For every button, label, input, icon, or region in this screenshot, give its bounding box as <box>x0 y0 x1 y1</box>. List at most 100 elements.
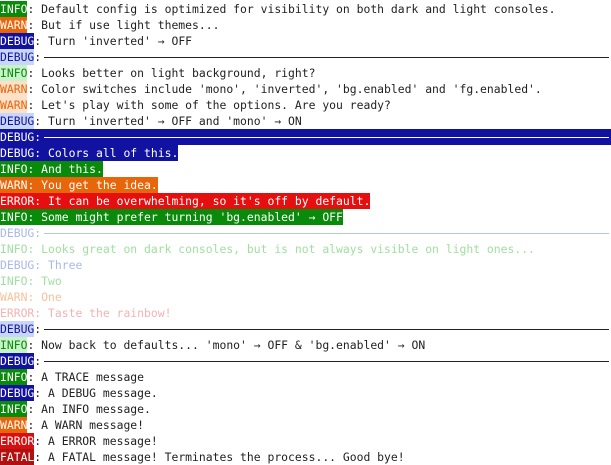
log-level-badge: WARN <box>0 17 28 33</box>
log-separator: : <box>34 146 49 160</box>
log-line: ERROR: A ERROR message! <box>0 433 611 449</box>
log-separator: : <box>27 66 42 80</box>
log-line: INFO: Two <box>0 273 611 289</box>
log-separator: : <box>27 370 42 384</box>
log-level-badge: INFO <box>0 369 28 385</box>
log-message: Taste the rainbow! <box>48 306 172 320</box>
log-message: Color switches include 'mono', 'inverted… <box>41 82 542 96</box>
log-separator: : <box>34 130 42 144</box>
log-separator: : <box>34 258 49 272</box>
log-separator: : <box>34 450 49 464</box>
log-message: A ERROR message! <box>48 434 158 448</box>
log-line: WARN: Let's play with some of the option… <box>0 97 611 113</box>
log-separator: : <box>34 386 49 400</box>
log-line-wrapper: INFO: And this. <box>0 161 611 177</box>
log-message: Turn 'inverted' → OFF and 'mono' → ON <box>48 114 302 128</box>
log-line-wrapper: DEBUG: Colors all of this. <box>0 145 611 161</box>
log-separator: : <box>27 98 42 112</box>
log-level-badge: DEBUG <box>0 130 35 144</box>
log-separator: : <box>34 114 49 128</box>
log-level-badge: DEBUG <box>0 258 35 272</box>
log-line-wrapper: ERROR: It can be overwhelming, so it's o… <box>0 193 611 209</box>
log-separator: : <box>34 226 42 240</box>
console-output: INFO: Default config is optimized for vi… <box>0 0 611 465</box>
log-message: But if use light themes... <box>41 18 220 32</box>
separator-rule <box>44 232 609 234</box>
log-level-badge: INFO <box>0 274 28 288</box>
log-line: WARN: But if use light themes... <box>0 17 611 33</box>
log-line: DEBUG: <box>0 49 611 65</box>
log-message: Now back to defaults... 'mono' → OFF & '… <box>41 338 426 352</box>
log-separator: : <box>34 34 49 48</box>
log-message: Looks great on dark consoles, but is not… <box>41 242 535 256</box>
log-message: And this. <box>41 162 103 176</box>
log-separator: : <box>27 18 42 32</box>
log-separator: : <box>27 418 42 432</box>
log-level-badge: DEBUG <box>0 49 35 65</box>
log-separator: : <box>34 50 42 64</box>
log-line: DEBUG: Turn 'inverted' → OFF and 'mono' … <box>0 113 611 129</box>
log-message: A WARN message! <box>41 418 145 432</box>
log-message: Some might prefer turning 'bg.enabled' →… <box>41 210 343 224</box>
log-line: WARN: Color switches include 'mono', 'in… <box>0 81 611 97</box>
log-message: One <box>41 290 62 304</box>
log-message: An INFO message. <box>41 402 151 416</box>
log-line: INFO: Some might prefer turning 'bg.enab… <box>0 209 343 225</box>
log-separator: : <box>27 178 42 192</box>
log-line: DEBUG: Three <box>0 257 611 273</box>
log-message: A DEBUG message. <box>48 386 158 400</box>
log-separator: : <box>27 290 42 304</box>
log-level-badge: INFO <box>0 337 28 353</box>
log-separator: : <box>27 402 42 416</box>
log-line: DEBUG: A DEBUG message. <box>0 385 611 401</box>
log-line: DEBUG: <box>0 321 611 337</box>
log-level-badge: DEBUG <box>0 113 35 129</box>
log-line: INFO: A TRACE message <box>0 369 611 385</box>
log-line: DEBUG: Colors all of this. <box>0 145 179 161</box>
log-line: INFO: And this. <box>0 161 103 177</box>
log-level-badge: DEBUG <box>0 33 35 49</box>
log-line: WARN: You get the idea. <box>0 177 158 193</box>
log-level-badge: WARN <box>0 178 28 192</box>
log-level-badge: WARN <box>0 290 28 304</box>
separator-rule <box>44 328 609 330</box>
log-message: Default config is optimized for visibili… <box>41 2 556 16</box>
separator-rule <box>44 136 609 138</box>
log-line: INFO: Looks better on light background, … <box>0 65 611 81</box>
log-message: Three <box>48 258 83 272</box>
log-separator: : <box>27 338 42 352</box>
log-level-badge: WARN <box>0 97 28 113</box>
log-line: INFO: Looks great on dark consoles, but … <box>0 241 611 257</box>
log-line: DEBUG: <box>0 129 611 145</box>
log-line: ERROR: It can be overwhelming, so it's o… <box>0 193 371 209</box>
log-message: Turn 'inverted' → OFF <box>48 34 193 48</box>
log-level-badge: INFO <box>0 162 28 176</box>
log-message: You get the idea. <box>41 178 158 192</box>
log-line: FATAL: A FATAL message! Terminates the p… <box>0 449 611 465</box>
log-separator: : <box>27 162 42 176</box>
log-line: DEBUG: <box>0 225 611 241</box>
log-line: ERROR: Taste the rainbow! <box>0 305 611 321</box>
log-separator: : <box>27 2 42 16</box>
separator-rule <box>44 56 609 58</box>
log-message: Colors all of this. <box>48 146 179 160</box>
log-separator: : <box>34 306 49 320</box>
log-message: It can be overwhelming, so it's off by d… <box>48 194 371 208</box>
log-line-wrapper: WARN: You get the idea. <box>0 177 611 193</box>
log-message: Looks better on light background, right? <box>41 66 316 80</box>
log-separator: : <box>27 82 42 96</box>
log-level-badge: WARN <box>0 81 28 97</box>
log-message: Two <box>41 274 62 288</box>
log-level-badge: WARN <box>0 417 28 433</box>
log-level-badge: DEBUG <box>0 385 35 401</box>
log-level-badge: INFO <box>0 1 28 17</box>
log-separator: : <box>34 434 49 448</box>
log-level-badge: DEBUG <box>0 321 35 337</box>
log-line: DEBUG: Turn 'inverted' → OFF <box>0 33 611 49</box>
separator-rule <box>44 360 609 362</box>
log-separator: : <box>34 322 42 336</box>
log-line: INFO: An INFO message. <box>0 401 611 417</box>
log-level-badge: DEBUG <box>0 226 35 240</box>
log-level-badge: INFO <box>0 242 28 256</box>
log-line: INFO: Now back to defaults... 'mono' → O… <box>0 337 611 353</box>
